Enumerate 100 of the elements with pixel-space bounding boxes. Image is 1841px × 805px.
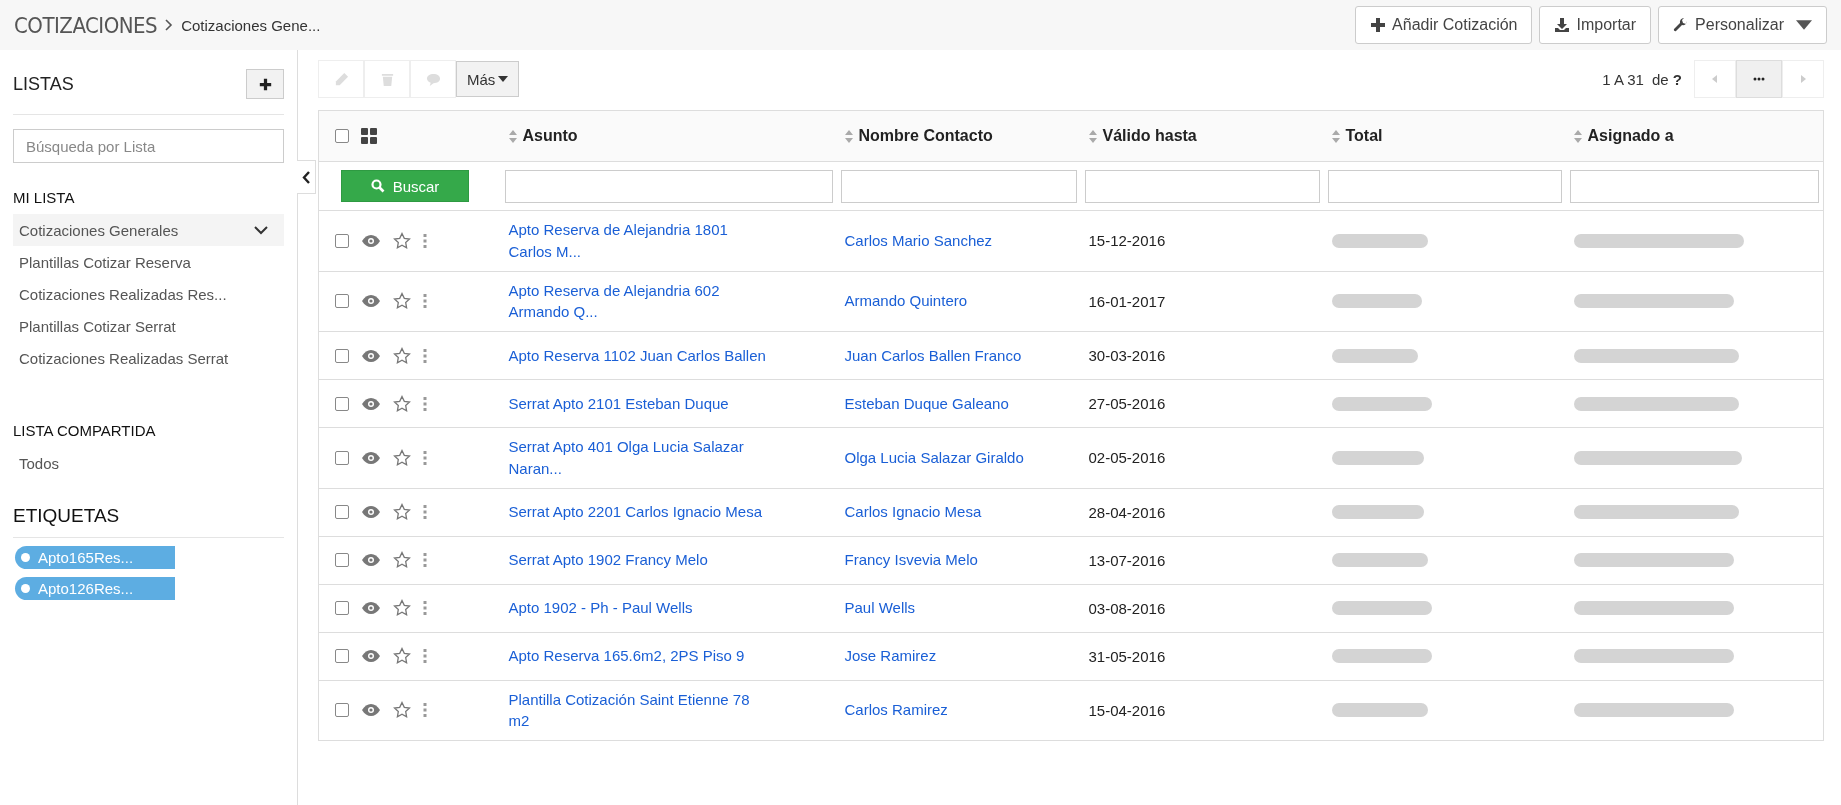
date-cell: 02-05-2016 — [1088, 449, 1166, 467]
grid-icon[interactable] — [361, 128, 377, 144]
date-cell: 13-07-2016 — [1088, 551, 1166, 569]
kebab-menu-icon[interactable] — [423, 649, 427, 663]
row-checkbox[interactable] — [335, 553, 349, 567]
customize-button[interactable]: Personalizar — [1658, 6, 1827, 44]
sort-icon[interactable] — [844, 129, 853, 143]
add-button[interactable]: Añadir Cotización — [1355, 6, 1533, 44]
row-checkbox[interactable] — [335, 233, 349, 248]
star-icon[interactable] — [393, 599, 411, 617]
eye-icon[interactable] — [361, 450, 381, 465]
list-item[interactable]: Cotizaciones Realizadas Serrat — [13, 342, 284, 374]
star-icon[interactable] — [393, 551, 411, 569]
sort-icon[interactable] — [1573, 129, 1582, 143]
kebab-menu-icon[interactable] — [423, 294, 427, 309]
filter-field[interactable] — [840, 169, 1077, 203]
chevron-down-icon[interactable] — [254, 225, 268, 235]
kebab-menu-icon[interactable] — [423, 450, 427, 465]
eye-icon[interactable] — [361, 348, 381, 363]
module-title[interactable]: COTIZACIONES — [14, 12, 158, 38]
date-cell: 03-08-2016 — [1088, 599, 1166, 617]
select-all-checkbox[interactable] — [335, 129, 349, 143]
column-header[interactable]: Total — [1345, 127, 1383, 145]
subject-link[interactable]: Apto Reserva de Alejandria 602 Armando Q... — [508, 279, 771, 323]
eye-icon[interactable] — [361, 553, 381, 567]
kebab-menu-icon[interactable] — [423, 505, 427, 519]
subject-link[interactable]: Serrat Apto 1902 Francy Melo — [508, 549, 771, 571]
list-item[interactable]: Plantillas Cotizar Reserva — [13, 246, 284, 278]
row-checkbox[interactable] — [335, 348, 349, 363]
kebab-menu-icon[interactable] — [423, 396, 427, 411]
contact-link[interactable]: Carlos Ignacio Mesa — [844, 503, 982, 521]
eye-icon[interactable] — [361, 294, 381, 309]
subject-link[interactable]: Apto Reserva 1102 Juan Carlos Ballen — [508, 344, 771, 367]
eye-icon[interactable] — [361, 233, 381, 248]
subject-link[interactable]: Serrat Apto 2101 Esteban Duque — [508, 392, 771, 415]
contact-link[interactable]: Jose Ramirez — [844, 647, 937, 665]
kebab-menu-icon[interactable] — [423, 703, 427, 718]
add-list-button[interactable] — [246, 69, 284, 99]
column-header[interactable]: Asignado a — [1587, 127, 1674, 145]
eye-icon[interactable] — [361, 505, 381, 519]
list-item[interactable]: Todos — [13, 447, 284, 479]
row-checkbox[interactable] — [335, 649, 349, 663]
column-header[interactable]: Asunto — [522, 127, 578, 145]
row-checkbox[interactable] — [335, 703, 349, 718]
contact-link[interactable]: Carlos Mario Sanchez — [844, 231, 993, 249]
contact-link[interactable]: Carlos Ramirez — [844, 701, 948, 719]
contact-link[interactable]: Juan Carlos Ballen Franco — [844, 346, 1022, 364]
list-item[interactable]: Plantillas Cotizar Serrat — [13, 310, 284, 342]
eye-icon[interactable] — [361, 703, 381, 718]
search-button[interactable]: Buscar — [341, 170, 469, 202]
import-button[interactable]: Importar — [1539, 6, 1652, 44]
row-checkbox[interactable] — [335, 601, 349, 615]
column-header[interactable]: Válido hasta — [1102, 127, 1197, 145]
star-icon[interactable] — [393, 647, 411, 665]
subject-link[interactable]: Apto Reserva 165.6m2, 2PS Piso 9 — [508, 645, 771, 667]
more-button[interactable]: Más — [456, 61, 520, 97]
row-checkbox[interactable] — [335, 450, 349, 465]
filter-field[interactable] — [1569, 169, 1819, 203]
eye-icon[interactable] — [361, 396, 381, 411]
list-search-field[interactable]: Búsqueda por Lista — [13, 129, 284, 163]
row-checkbox[interactable] — [335, 396, 349, 411]
kebab-menu-icon[interactable] — [423, 601, 427, 615]
contact-link[interactable]: Olga Lucia Salazar Giraldo — [844, 448, 1024, 466]
contact-link[interactable]: Armando Quintero — [844, 292, 968, 310]
contact-link[interactable]: Francy Isvevia Melo — [844, 551, 978, 569]
star-icon[interactable] — [393, 292, 411, 311]
contact-link[interactable]: Esteban Duque Galeano — [844, 394, 1009, 412]
filter-field[interactable] — [1084, 169, 1320, 203]
star-icon[interactable] — [393, 448, 411, 467]
column-header[interactable]: Nombre Contacto — [858, 127, 993, 145]
sort-icon[interactable] — [1331, 129, 1340, 143]
breadcrumb[interactable]: Cotizaciones Gene... — [181, 16, 321, 34]
star-icon[interactable] — [393, 346, 411, 365]
collapse-button[interactable] — [297, 160, 316, 194]
sort-icon[interactable] — [508, 129, 517, 143]
row-checkbox[interactable] — [335, 294, 349, 309]
filter-field[interactable] — [1327, 169, 1562, 203]
star-icon[interactable] — [393, 503, 411, 521]
wrench-icon — [1673, 17, 1690, 33]
subject-link[interactable]: Apto Reserva de Alejandria 1801 Carlos M... — [508, 219, 771, 263]
contact-link[interactable]: Paul Wells — [844, 599, 916, 617]
row-checkbox[interactable] — [335, 505, 349, 519]
star-icon[interactable] — [393, 231, 411, 250]
subject-link[interactable]: Serrat Apto 401 Olga Lucia Salazar Naran... — [508, 436, 771, 480]
kebab-menu-icon[interactable] — [423, 233, 427, 248]
subject-link[interactable]: Plantilla Cotización Saint Etienne 78 m2 — [508, 688, 771, 732]
subject-link[interactable]: Serrat Apto 2201 Carlos Ignacio Mesa — [508, 501, 771, 523]
list-item[interactable]: Cotizaciones Realizadas Res... — [13, 278, 284, 310]
eye-icon[interactable] — [361, 649, 381, 663]
sort-icon[interactable] — [1088, 129, 1097, 143]
list-item[interactable]: Cotizaciones Generales — [13, 214, 284, 246]
filter-field[interactable] — [504, 169, 833, 203]
star-icon[interactable] — [393, 701, 411, 720]
eye-icon[interactable] — [361, 601, 381, 615]
more-options-button[interactable] — [1736, 60, 1782, 98]
tags-heading: ETIQUETAS — [13, 505, 284, 538]
kebab-menu-icon[interactable] — [423, 553, 427, 567]
kebab-menu-icon[interactable] — [423, 348, 427, 363]
subject-link[interactable]: Apto 1902 - Ph - Paul Wells — [508, 597, 771, 619]
star-icon[interactable] — [393, 394, 411, 413]
